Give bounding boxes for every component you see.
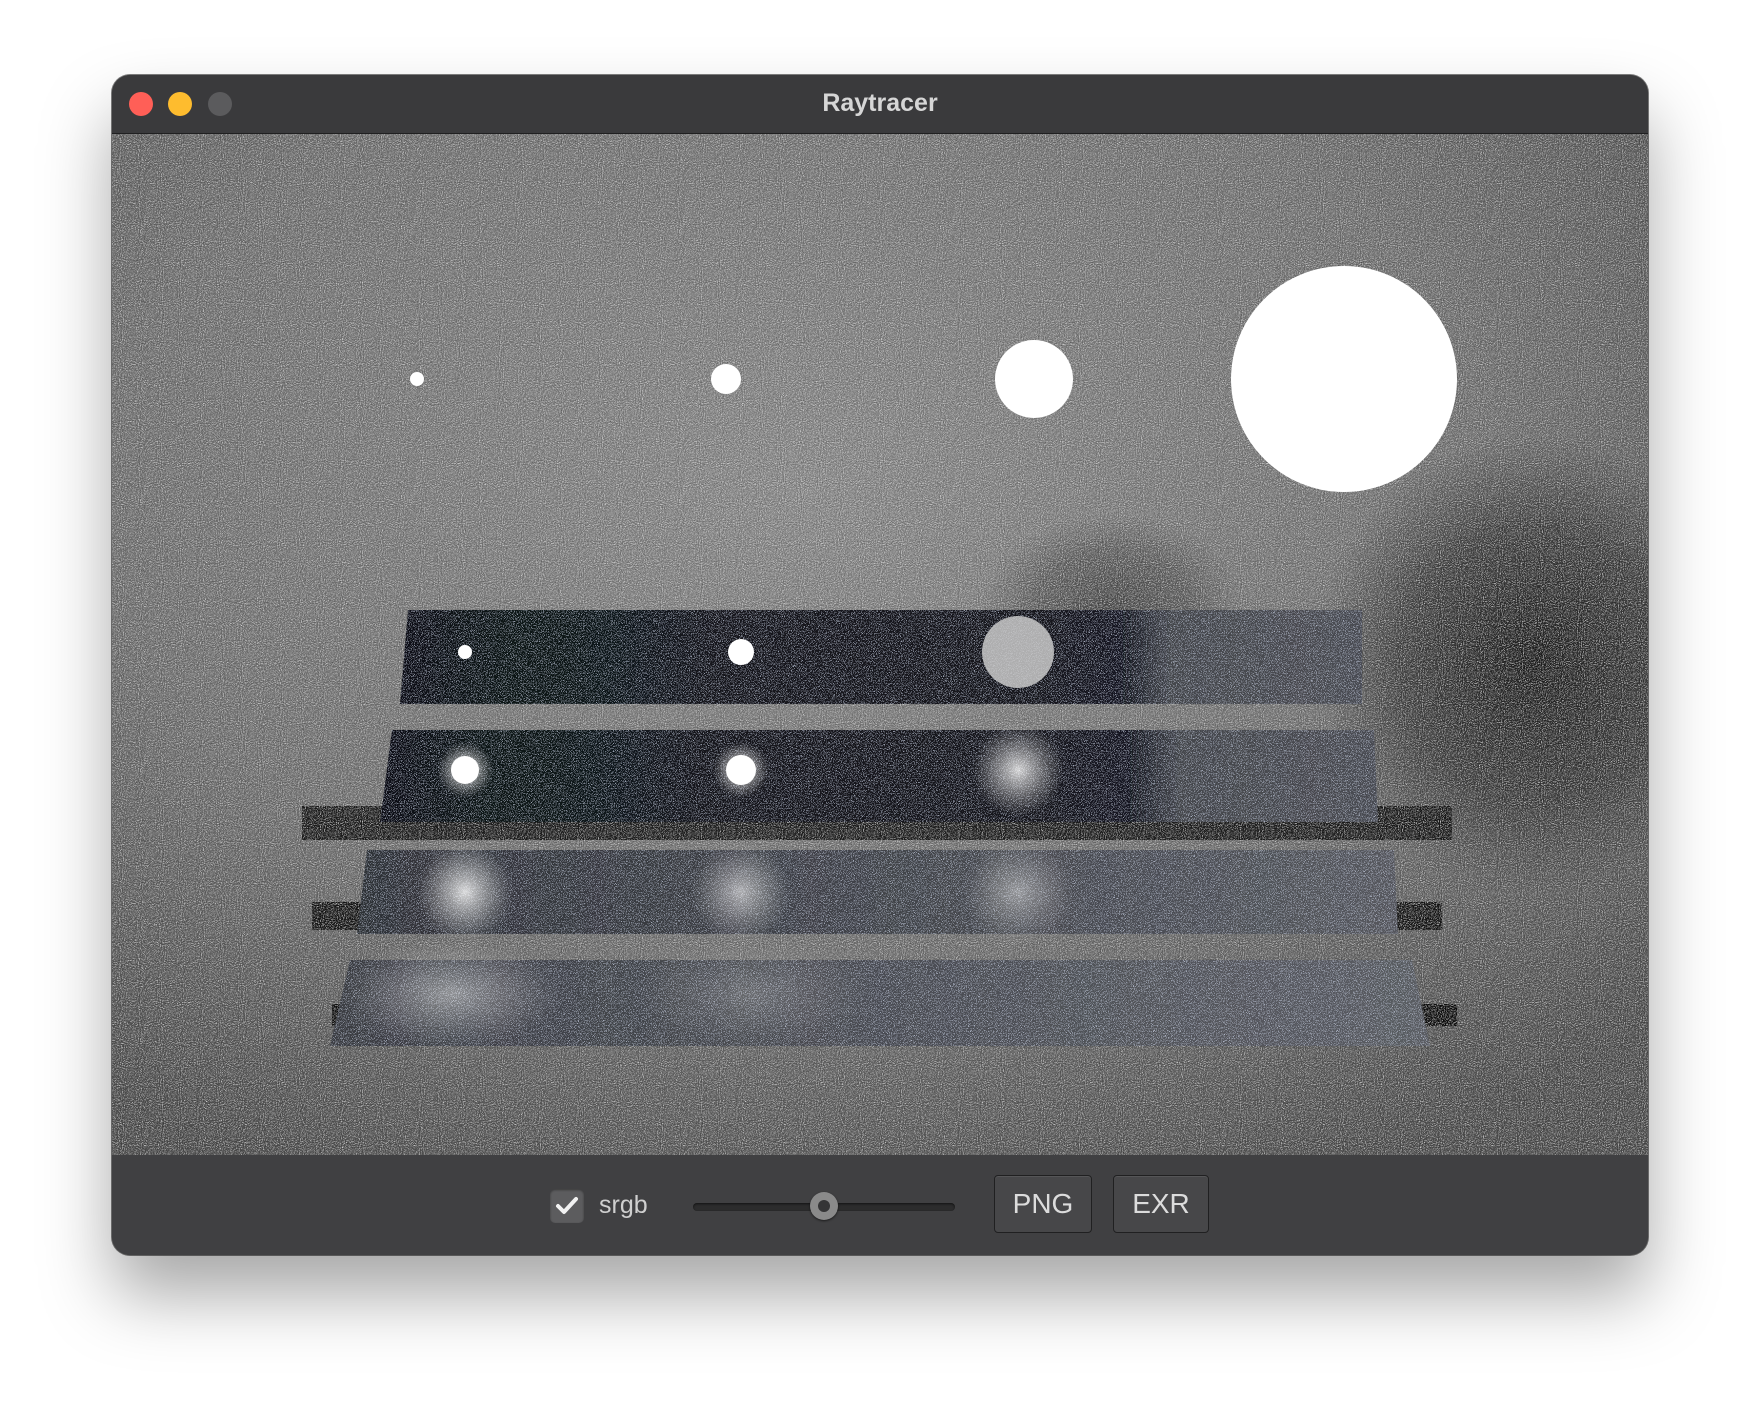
render-viewport	[112, 134, 1648, 1155]
title-bar[interactable]: Raytracer	[112, 75, 1648, 134]
save-png-button[interactable]: PNG	[994, 1175, 1092, 1233]
srgb-label: srgb	[599, 1191, 648, 1219]
checkmark-icon	[556, 1197, 578, 1214]
window-title: Raytracer	[822, 89, 938, 117]
bottom-toolbar: srgb PNG EXR	[112, 1155, 1648, 1255]
exposure-slider-handle[interactable]	[810, 1192, 838, 1220]
app-window: Raytracer srgb PNG EXR	[112, 75, 1648, 1255]
save-exr-button[interactable]: EXR	[1113, 1175, 1209, 1233]
rendered-image	[112, 134, 1648, 1155]
srgb-checkbox[interactable]	[550, 1189, 584, 1223]
